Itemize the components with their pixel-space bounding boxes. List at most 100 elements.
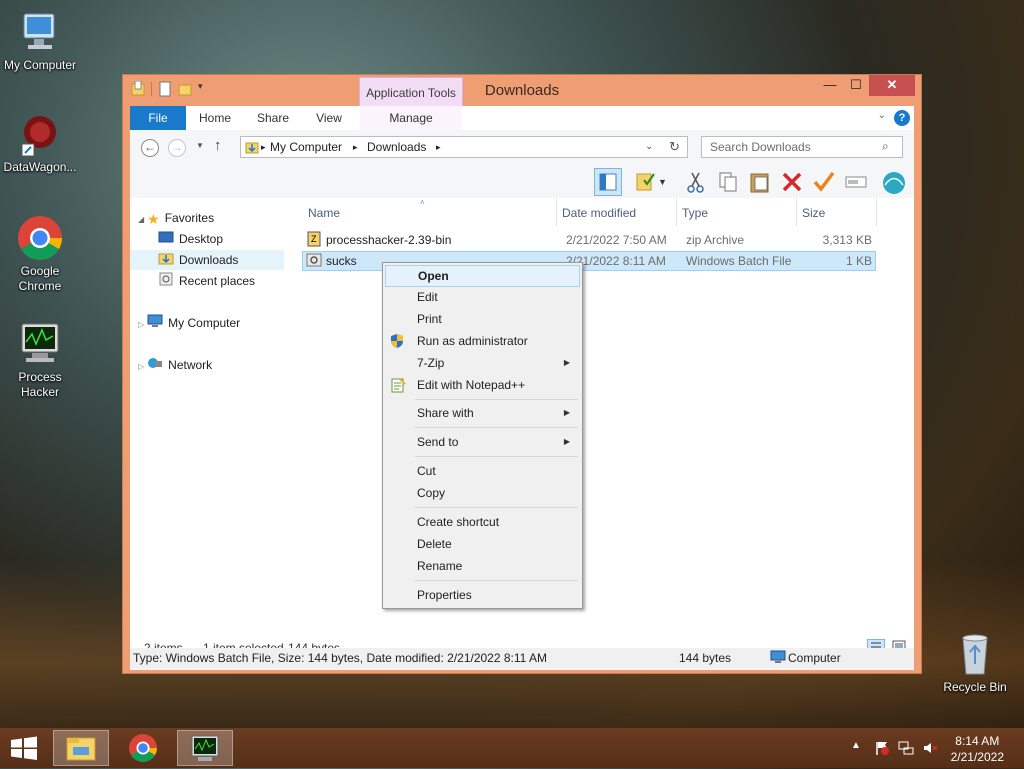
maximize-button[interactable]: ☐ — [843, 75, 869, 96]
nav-downloads[interactable]: Downloads — [130, 250, 284, 270]
nav-favorites[interactable]: ◢ ★ Favorites — [138, 208, 214, 228]
minimize-button[interactable]: — — [817, 75, 843, 96]
new-folder-icon[interactable] — [178, 81, 192, 97]
qat-dropdown-icon[interactable]: ▾ — [198, 81, 212, 97]
taskbar-process-hacker[interactable] — [177, 730, 233, 766]
title-bar[interactable]: ▾ Application Tools Downloads — ☐ ✕ — [123, 75, 921, 129]
recent-locations-icon[interactable]: ▼ — [196, 141, 204, 150]
taskbar-file-explorer[interactable] — [53, 730, 109, 766]
menu-item-edit-notepad[interactable]: Edit with Notepad++ — [385, 374, 580, 396]
submenu-arrow-icon: ▶ — [563, 408, 570, 417]
tab-share[interactable]: Share — [248, 106, 298, 130]
search-box[interactable]: Search Downloads ⌕ — [701, 136, 903, 158]
show-hidden-icons-icon[interactable]: ▲ — [851, 740, 867, 756]
address-bar[interactable]: ▸ My Computer ▸ Downloads ▸ ⌄ ↻ — [240, 136, 688, 158]
forward-button[interactable]: → — [168, 139, 186, 157]
column-header-size[interactable]: Size — [802, 206, 825, 220]
refresh-icon[interactable]: ↻ — [669, 139, 680, 155]
breadcrumb-separator-icon: ▸ — [353, 142, 358, 152]
zip-file-icon: Z — [306, 231, 322, 250]
menu-item-label: Copy — [417, 486, 446, 500]
properties-icon[interactable] — [632, 168, 660, 196]
menu-item-send-to[interactable]: Send to ▶ — [385, 431, 580, 453]
recycle-bin-icon — [951, 630, 999, 678]
collapse-ribbon-icon[interactable]: ⌄ — [878, 110, 886, 121]
desktop-icon-chrome[interactable]: Google Chrome — [0, 214, 80, 294]
desktop-icon-label: Google Chrome — [18, 264, 62, 293]
menu-item-copy[interactable]: Copy — [385, 482, 580, 504]
column-header-date[interactable]: Date modified — [562, 206, 636, 220]
table-row[interactable]: Z processhacker-2.39-bin 2/21/2022 7:50 … — [302, 230, 876, 250]
address-dropdown-icon[interactable]: ⌄ — [645, 141, 653, 152]
delete-icon[interactable] — [778, 168, 806, 196]
network-status-icon[interactable] — [898, 740, 914, 756]
preview-pane-icon[interactable] — [594, 168, 622, 196]
back-button[interactable]: ← — [141, 139, 159, 157]
menu-item-label: Properties — [417, 588, 472, 602]
menu-item-label: Share with — [417, 406, 474, 420]
menu-item-create-shortcut[interactable]: Create shortcut — [385, 511, 580, 533]
taskbar-clock[interactable]: 8:14 AM 2/21/2022 — [951, 733, 1004, 765]
copy-icon[interactable] — [714, 168, 742, 196]
paste-icon[interactable] — [746, 168, 774, 196]
new-document-icon[interactable] — [158, 81, 172, 97]
help-icon[interactable]: ? — [894, 110, 910, 126]
column-header-type[interactable]: Type — [682, 206, 708, 220]
menu-item-delete[interactable]: Delete — [385, 533, 580, 555]
menu-item-rename[interactable]: Rename — [385, 555, 580, 577]
tab-file[interactable]: File — [130, 106, 186, 130]
nav-desktop[interactable]: Desktop — [158, 229, 284, 249]
menu-separator — [415, 427, 578, 428]
up-arrow-icon[interactable]: ↑ — [214, 137, 222, 154]
menu-item-run-as-admin[interactable]: Run as administrator — [385, 330, 580, 352]
tab-home[interactable]: Home — [190, 106, 240, 130]
tab-manage[interactable]: Manage — [360, 106, 462, 130]
column-header-name[interactable]: Name — [308, 206, 340, 220]
window-controls: — ☐ ✕ — [817, 75, 915, 96]
menu-item-share-with[interactable]: Share with ▶ — [385, 402, 580, 424]
tab-view[interactable]: View — [306, 106, 352, 130]
file-name: sucks — [326, 254, 357, 268]
start-button[interactable] — [10, 736, 38, 763]
menu-item-label: Print — [417, 312, 442, 326]
rename-check-icon[interactable] — [810, 168, 838, 196]
menu-item-print[interactable]: Print — [385, 308, 580, 330]
sort-ascending-icon: ˄ — [420, 198, 425, 207]
window-title: Downloads — [484, 82, 560, 99]
expand-arrow-icon[interactable]: ▷ — [138, 320, 144, 329]
application-tools-label: Application Tools — [366, 86, 456, 100]
search-icon[interactable]: ⌕ — [882, 139, 889, 154]
action-center-flag-icon[interactable] — [874, 740, 890, 756]
menu-item-cut[interactable]: Cut — [385, 460, 580, 482]
menu-item-open[interactable]: Open — [385, 265, 580, 287]
nav-network-label: Network — [168, 358, 213, 372]
nav-network[interactable]: ▷ Network — [138, 355, 212, 375]
desktop-icon-datawagon[interactable]: DataWagon... — [0, 110, 80, 175]
volume-muted-icon[interactable] — [922, 740, 938, 756]
menu-item-7zip[interactable]: 7-Zip ▶ — [385, 352, 580, 374]
desktop-icon — [158, 230, 174, 250]
nav-recent-places-label: Recent places — [179, 274, 256, 288]
properties-dropdown-icon[interactable]: ▼ — [658, 168, 670, 196]
folder-properties-icon[interactable] — [131, 80, 145, 97]
menu-item-properties[interactable]: Properties — [385, 584, 580, 606]
nav-recent-places[interactable]: Recent places — [158, 271, 255, 291]
collapse-arrow-icon[interactable]: ◢ — [138, 215, 144, 224]
breadcrumb-downloads[interactable]: Downloads — [367, 140, 426, 154]
taskbar-chrome[interactable] — [115, 730, 171, 766]
nav-my-computer[interactable]: ▷ My Computer — [138, 313, 240, 333]
close-button[interactable]: ✕ — [869, 75, 915, 96]
menu-item-edit[interactable]: Edit — [385, 286, 580, 308]
desktop-icon-label: My Computer — [3, 58, 77, 72]
desktop-icon-my-computer[interactable]: My Computer — [0, 8, 80, 73]
file-type: Windows Batch File — [686, 254, 792, 268]
cut-icon[interactable] — [682, 168, 710, 196]
column-divider — [556, 198, 557, 226]
expand-arrow-icon[interactable]: ▷ — [138, 362, 144, 371]
shell-icon[interactable] — [880, 168, 908, 196]
desktop-icon-recycle-bin[interactable]: Recycle Bin — [935, 630, 1015, 695]
breadcrumb-my-computer[interactable]: My Computer — [270, 140, 342, 154]
menu-separator — [415, 399, 578, 400]
desktop-icon-process-hacker[interactable]: Process Hacker — [0, 320, 80, 400]
select-icon[interactable] — [842, 168, 870, 196]
